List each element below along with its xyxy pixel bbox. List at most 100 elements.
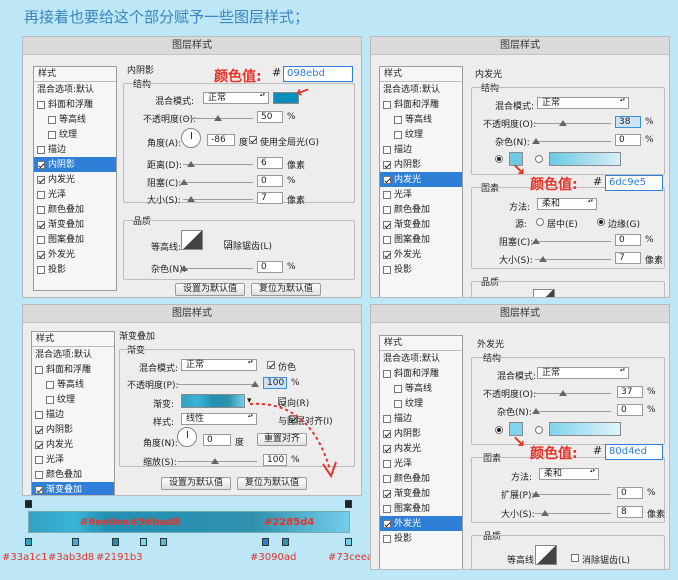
style-list-item[interactable]: 描边 (32, 407, 114, 422)
color-stop-2[interactable] (72, 538, 79, 546)
contour-picker[interactable] (533, 289, 555, 297)
hex-input-1[interactable]: 098ebd (283, 66, 353, 82)
global-light-checkbox[interactable] (249, 136, 257, 144)
style-list-item[interactable]: 投影 (380, 531, 462, 546)
blend-options-item[interactable]: 混合选项:默认 (380, 351, 462, 366)
opacity-slider[interactable] (535, 120, 611, 126)
noise-slider[interactable] (532, 408, 611, 414)
blend-mode-select[interactable]: 正常 (181, 359, 257, 371)
style-checkbox[interactable] (37, 100, 45, 109)
style-checkbox[interactable] (37, 235, 45, 244)
style-list-item[interactable]: 描边 (380, 142, 462, 157)
antialias-checkbox[interactable] (571, 554, 579, 562)
angle-dial[interactable] (181, 128, 201, 148)
style-checkbox[interactable] (383, 444, 391, 453)
style-list-item[interactable]: 渐变叠加 (32, 482, 114, 495)
edge-radio[interactable] (597, 218, 605, 226)
style-list-item[interactable]: 等高线 (380, 381, 462, 396)
style-checkbox[interactable] (383, 250, 391, 259)
style-select[interactable]: 线性 (181, 413, 257, 425)
style-checkbox[interactable] (383, 220, 391, 229)
gradient-swatch[interactable] (549, 152, 621, 166)
style-checkbox[interactable] (383, 429, 391, 438)
style-list-item[interactable]: 斜面和浮雕 (380, 97, 462, 112)
style-list-item[interactable]: 光泽 (32, 452, 114, 467)
opacity-slider[interactable] (535, 390, 611, 396)
blend-options-item[interactable]: 混合选项:默认 (32, 347, 114, 362)
style-checkbox[interactable] (394, 399, 402, 408)
opacity-input[interactable]: 100 (263, 377, 287, 389)
style-list-item[interactable]: 内发光 (380, 172, 462, 187)
style-list-item[interactable]: 内阴影 (34, 157, 116, 172)
style-checkbox[interactable] (383, 474, 391, 483)
style-list-item[interactable]: 颜色叠加 (34, 202, 116, 217)
style-checkbox[interactable] (383, 190, 391, 199)
style-checkbox[interactable] (383, 414, 391, 423)
contour-picker[interactable] (181, 230, 203, 250)
method-select[interactable]: 柔和 (537, 198, 597, 210)
color-stop-5[interactable] (160, 538, 167, 546)
style-checkbox[interactable] (37, 190, 45, 199)
style-checkbox[interactable] (37, 175, 45, 184)
style-list-item[interactable]: 渐变叠加 (380, 217, 462, 232)
style-list-item[interactable]: 斜面和浮雕 (34, 97, 116, 112)
style-list-item[interactable]: 内发光 (34, 172, 116, 187)
style-list-item[interactable]: 斜面和浮雕 (380, 366, 462, 381)
style-list-item[interactable]: 等高线 (32, 377, 114, 392)
style-checkbox[interactable] (383, 519, 391, 528)
center-radio[interactable] (536, 218, 544, 226)
style-list-item[interactable]: 等高线 (380, 112, 462, 127)
style-checkbox[interactable] (383, 504, 391, 513)
style-list-item[interactable]: 渐变叠加 (380, 486, 462, 501)
style-checkbox[interactable] (46, 380, 54, 389)
style-checkbox[interactable] (48, 115, 56, 124)
size-input[interactable]: 8 (617, 506, 643, 518)
style-list-item[interactable]: 外发光 (34, 247, 116, 262)
noise-slider[interactable] (532, 138, 611, 144)
style-checkbox[interactable] (35, 470, 43, 479)
gradient-radio[interactable] (535, 155, 543, 163)
style-list-item[interactable]: 斜面和浮雕 (32, 362, 114, 377)
style-checkbox[interactable] (35, 425, 43, 434)
color-stop-1[interactable] (25, 538, 32, 546)
blend-mode-select[interactable]: 正常 (203, 92, 269, 104)
style-list-item[interactable]: 图案叠加 (380, 232, 462, 247)
hex-input-2[interactable]: 6dc9e5 (605, 175, 663, 191)
scale-slider[interactable] (177, 458, 257, 464)
blend-mode-select[interactable]: 正常 (537, 367, 629, 379)
style-checkbox[interactable] (383, 235, 391, 244)
style-list-item[interactable]: 光泽 (34, 187, 116, 202)
style-checkbox[interactable] (37, 145, 45, 154)
style-checkbox[interactable] (37, 220, 45, 229)
size-slider[interactable] (535, 510, 611, 516)
style-checkbox[interactable] (383, 489, 391, 498)
style-list-item[interactable]: 纹理 (380, 396, 462, 411)
style-list-item[interactable]: 外发光 (380, 516, 462, 531)
solid-color-radio[interactable] (495, 155, 503, 163)
reset-default-button[interactable]: 复位为默认值 (251, 283, 321, 296)
noise-slider[interactable] (180, 265, 253, 271)
style-list-item[interactable]: 内阴影 (32, 422, 114, 437)
contour-picker[interactable] (535, 545, 557, 565)
noise-input[interactable]: 0 (617, 404, 643, 416)
style-list-item[interactable]: 颜色叠加 (380, 471, 462, 486)
distance-input[interactable]: 6 (257, 157, 283, 169)
opacity-slider[interactable] (177, 381, 259, 387)
style-checkbox[interactable] (37, 265, 45, 274)
style-checkbox[interactable] (394, 115, 402, 124)
noise-input[interactable]: 0 (615, 134, 641, 146)
style-list-item[interactable]: 外发光 (380, 247, 462, 262)
opacity-slider[interactable] (183, 115, 253, 121)
size-input[interactable]: 7 (257, 192, 283, 204)
style-list-item[interactable]: 光泽 (380, 187, 462, 202)
style-list-item[interactable]: 渐变叠加 (34, 217, 116, 232)
style-checkbox[interactable] (37, 250, 45, 259)
style-checkbox[interactable] (394, 384, 402, 393)
solid-color-radio[interactable] (495, 426, 503, 434)
style-checkbox[interactable] (37, 205, 45, 214)
gradient-swatch[interactable] (549, 422, 621, 436)
size-slider[interactable] (183, 196, 253, 202)
angle-input[interactable]: 0 (203, 434, 231, 446)
style-checkbox[interactable] (35, 410, 43, 419)
gradient-swatch[interactable] (181, 394, 245, 408)
